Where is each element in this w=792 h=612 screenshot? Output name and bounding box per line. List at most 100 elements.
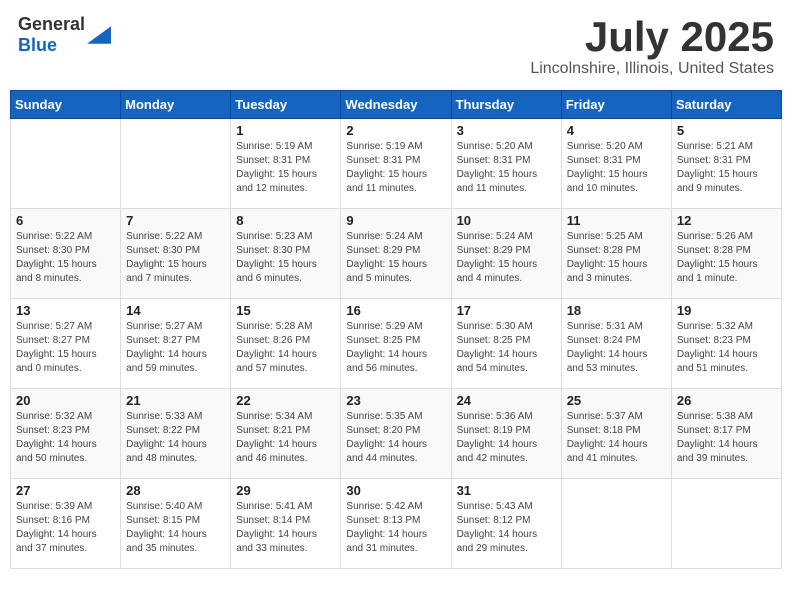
day-info: Sunrise: 5:20 AMSunset: 8:31 PMDaylight:… [457,140,556,196]
day-number: 16 [346,303,445,318]
subtitle: Lincolnshire, Illinois, United States [530,60,774,78]
day-number: 19 [677,303,776,318]
calendar-cell [121,119,231,209]
week-row-1: 1 Sunrise: 5:19 AMSunset: 8:31 PMDaylight… [11,119,782,209]
calendar-cell: 11 Sunrise: 5:25 AMSunset: 8:28 PMDayligh… [561,209,671,299]
calendar-cell: 14 Sunrise: 5:27 AMSunset: 8:27 PMDayligh… [121,299,231,389]
day-number: 4 [567,123,666,138]
day-number: 13 [16,303,115,318]
day-number: 22 [236,393,335,408]
day-number: 8 [236,213,335,228]
calendar-cell: 28Sunrise: 5:40 AMSunset: 8:15 PMDayligh… [121,479,231,569]
calendar-cell: 26 Sunrise: 5:38 AMSunset: 8:17 PMDayligh… [671,389,781,479]
logo-icon [87,26,111,44]
calendar-cell [671,479,781,569]
calendar-cell: 18 Sunrise: 5:31 AMSunset: 8:24 PMDayligh… [561,299,671,389]
day-info: Sunrise: 5:20 AMSunset: 8:31 PMDaylight:… [567,140,666,196]
weekday-header-monday: Monday [121,91,231,119]
day-info: Sunrise: 5:33 AMSunset: 8:22 PMDaylight:… [126,410,225,466]
calendar-table: SundayMondayTuesdayWednesdayThursdayFrid… [10,90,782,569]
day-number: 17 [457,303,556,318]
calendar-cell: 29Sunrise: 5:41 AMSunset: 8:14 PMDayligh… [231,479,341,569]
day-info: Sunrise: 5:22 AMSunset: 8:30 PMDaylight:… [16,230,115,286]
day-info: Sunrise: 5:31 AMSunset: 8:24 PMDaylight:… [567,320,666,376]
day-number: 3 [457,123,556,138]
day-number: 5 [677,123,776,138]
day-info: Sunrise: 5:30 AMSunset: 8:25 PMDaylight:… [457,320,556,376]
logo-blue-text: Blue [18,35,57,55]
day-info: Sunrise: 5:22 AMSunset: 8:30 PMDaylight:… [126,230,225,286]
day-number: 1 [236,123,335,138]
day-number: 26 [677,393,776,408]
day-info: Sunrise: 5:37 AMSunset: 8:18 PMDaylight:… [567,410,666,466]
day-info: Sunrise: 5:27 AMSunset: 8:27 PMDaylight:… [16,320,115,376]
day-info: Sunrise: 5:27 AMSunset: 8:27 PMDaylight:… [126,320,225,376]
calendar-cell: 21 Sunrise: 5:33 AMSunset: 8:22 PMDayligh… [121,389,231,479]
day-info: Sunrise: 5:24 AMSunset: 8:29 PMDaylight:… [346,230,445,286]
calendar-cell: 5 Sunrise: 5:21 AMSunset: 8:31 PMDaylight… [671,119,781,209]
day-info: Sunrise: 5:21 AMSunset: 8:31 PMDaylight:… [677,140,776,196]
day-number: 7 [126,213,225,228]
calendar-cell: 3 Sunrise: 5:20 AMSunset: 8:31 PMDaylight… [451,119,561,209]
weekday-header-saturday: Saturday [671,91,781,119]
day-number: 31 [457,483,556,498]
day-number: 11 [567,213,666,228]
day-info: Sunrise: 5:42 AMSunset: 8:13 PMDaylight:… [346,500,445,556]
calendar-cell: 16Sunrise: 5:29 AMSunset: 8:25 PMDayligh… [341,299,451,389]
day-number: 9 [346,213,445,228]
calendar-cell: 2 Sunrise: 5:19 AMSunset: 8:31 PMDaylight… [341,119,451,209]
week-row-2: 6 Sunrise: 5:22 AMSunset: 8:30 PMDaylight… [11,209,782,299]
day-info: Sunrise: 5:26 AMSunset: 8:28 PMDaylight:… [677,230,776,286]
day-info: Sunrise: 5:38 AMSunset: 8:17 PMDaylight:… [677,410,776,466]
day-info: Sunrise: 5:23 AMSunset: 8:30 PMDaylight:… [236,230,335,286]
day-number: 6 [16,213,115,228]
day-number: 14 [126,303,225,318]
day-number: 20 [16,393,115,408]
day-number: 10 [457,213,556,228]
calendar-cell: 23Sunrise: 5:35 AMSunset: 8:20 PMDayligh… [341,389,451,479]
calendar-cell: 15Sunrise: 5:28 AMSunset: 8:26 PMDayligh… [231,299,341,389]
title-block: July 2025 Lincolnshire, Illinois, United… [530,14,774,78]
week-row-3: 13 Sunrise: 5:27 AMSunset: 8:27 PMDayligh… [11,299,782,389]
day-number: 2 [346,123,445,138]
calendar-cell: 19 Sunrise: 5:32 AMSunset: 8:23 PMDayligh… [671,299,781,389]
calendar-cell: 8 Sunrise: 5:23 AMSunset: 8:30 PMDaylight… [231,209,341,299]
weekday-header-thursday: Thursday [451,91,561,119]
day-number: 18 [567,303,666,318]
calendar-cell: 22 Sunrise: 5:34 AMSunset: 8:21 PMDayligh… [231,389,341,479]
calendar-cell: 12 Sunrise: 5:26 AMSunset: 8:28 PMDayligh… [671,209,781,299]
day-number: 24 [457,393,556,408]
calendar-cell: 1Sunrise: 5:19 AMSunset: 8:31 PMDaylight… [231,119,341,209]
weekday-header-wednesday: Wednesday [341,91,451,119]
calendar-cell: 6 Sunrise: 5:22 AMSunset: 8:30 PMDaylight… [11,209,121,299]
day-info: Sunrise: 5:24 AMSunset: 8:29 PMDaylight:… [457,230,556,286]
calendar-cell: 7 Sunrise: 5:22 AMSunset: 8:30 PMDaylight… [121,209,231,299]
day-number: 27 [16,483,115,498]
day-number: 12 [677,213,776,228]
weekday-header-sunday: Sunday [11,91,121,119]
week-row-4: 20Sunrise: 5:32 AMSunset: 8:23 PMDayligh… [11,389,782,479]
day-number: 25 [567,393,666,408]
day-info: Sunrise: 5:25 AMSunset: 8:28 PMDaylight:… [567,230,666,286]
day-info: Sunrise: 5:32 AMSunset: 8:23 PMDaylight:… [677,320,776,376]
day-number: 21 [126,393,225,408]
calendar-cell: 24Sunrise: 5:36 AMSunset: 8:19 PMDayligh… [451,389,561,479]
calendar-cell: 17 Sunrise: 5:30 AMSunset: 8:25 PMDayligh… [451,299,561,389]
weekday-header-tuesday: Tuesday [231,91,341,119]
day-number: 28 [126,483,225,498]
day-number: 29 [236,483,335,498]
main-title: July 2025 [530,14,774,60]
day-info: Sunrise: 5:43 AMSunset: 8:12 PMDaylight:… [457,500,556,556]
calendar-cell [11,119,121,209]
calendar-cell: 9 Sunrise: 5:24 AMSunset: 8:29 PMDaylight… [341,209,451,299]
day-info: Sunrise: 5:34 AMSunset: 8:21 PMDaylight:… [236,410,335,466]
day-info: Sunrise: 5:28 AMSunset: 8:26 PMDaylight:… [236,320,335,376]
logo: General Blue [18,14,111,56]
calendar-cell: 27Sunrise: 5:39 AMSunset: 8:16 PMDayligh… [11,479,121,569]
logo-general-text: General [18,14,85,34]
calendar-cell: 31 Sunrise: 5:43 AMSunset: 8:12 PMDayligh… [451,479,561,569]
calendar-cell: 20Sunrise: 5:32 AMSunset: 8:23 PMDayligh… [11,389,121,479]
day-info: Sunrise: 5:19 AMSunset: 8:31 PMDaylight:… [346,140,445,196]
calendar-cell: 10 Sunrise: 5:24 AMSunset: 8:29 PMDayligh… [451,209,561,299]
day-info: Sunrise: 5:35 AMSunset: 8:20 PMDaylight:… [346,410,445,466]
